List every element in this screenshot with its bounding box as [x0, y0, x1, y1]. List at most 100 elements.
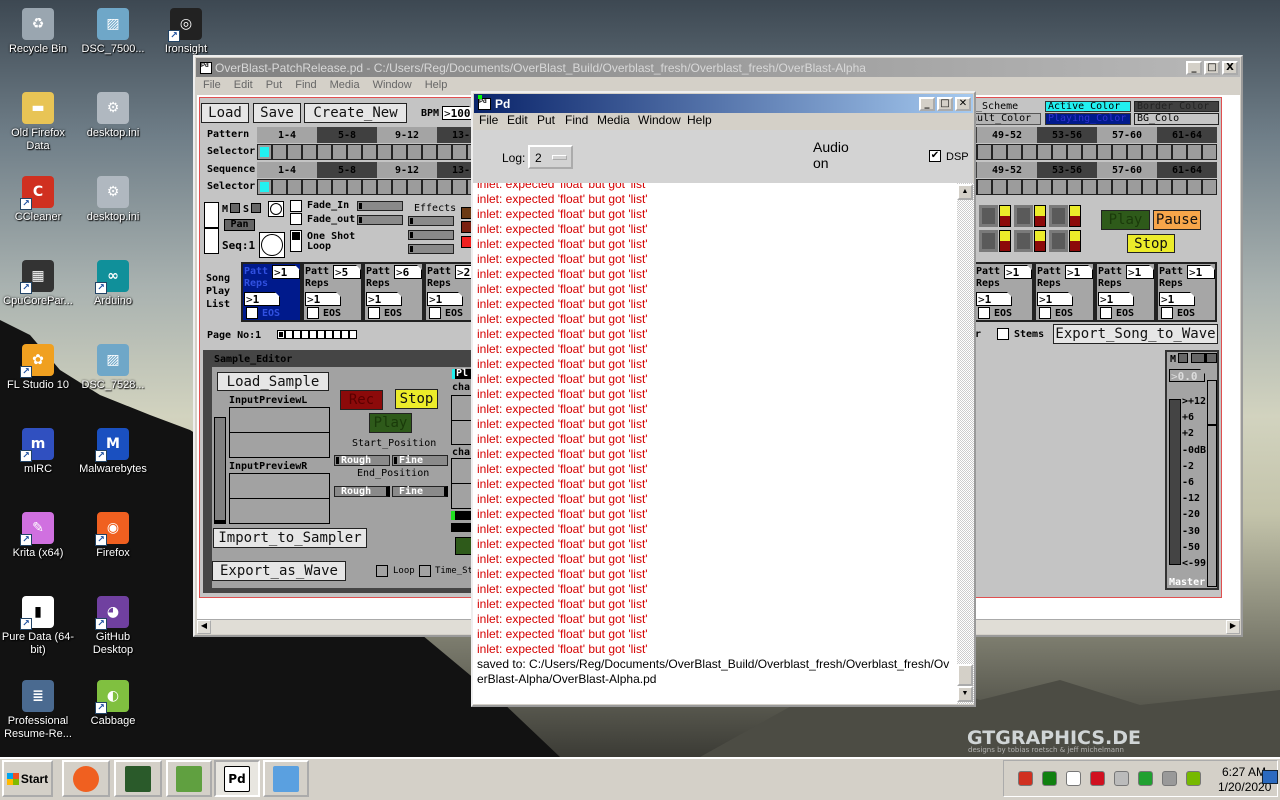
bpm-number-box[interactable]: 100: [442, 106, 474, 120]
nvidia-icon[interactable]: [1186, 771, 1201, 786]
patt-number-box[interactable]: 1: [272, 265, 300, 279]
taskbar-button-resource-monitor[interactable]: [114, 760, 162, 797]
sequence-selector-cell[interactable]: [1157, 179, 1172, 195]
desktop-icon-krita[interactable]: ✎ ↗ Krita (x64): [0, 512, 76, 560]
log-level-dropdown[interactable]: 2: [528, 145, 573, 169]
sequence-selector-cell[interactable]: [347, 179, 362, 195]
pattern-selector-cell[interactable]: [332, 144, 347, 160]
reps-number-box[interactable]: 1: [244, 292, 280, 306]
pattern-selector-cell[interactable]: [1082, 144, 1097, 160]
desktop-icon-ccleaner[interactable]: C ↗ CCleaner: [0, 176, 76, 224]
pattern-selector-cell[interactable]: [1037, 144, 1052, 160]
desktop-icon-image[interactable]: ▨ DSC_7500...: [75, 8, 151, 56]
pattern-selector-cell[interactable]: [317, 144, 332, 160]
master-mute-toggle[interactable]: [1178, 353, 1188, 363]
playlist-cell[interactable]: Patt1Reps1EOS: [973, 262, 1034, 322]
sequence-selector-cell[interactable]: [1067, 179, 1082, 195]
desktop-icon-fl-studio[interactable]: ✿ ↗ FL Studio 10: [0, 344, 76, 392]
effect-slider-3[interactable]: [408, 244, 454, 254]
save-button[interactable]: Save: [253, 103, 301, 123]
active-color-button[interactable]: Active_Color: [1045, 101, 1131, 112]
bg-color-button[interactable]: BG_Colo: [1134, 113, 1219, 125]
playlist-cell[interactable]: Patt1Reps1EOS: [1156, 262, 1217, 322]
pattern-selector-cell[interactable]: [1157, 144, 1172, 160]
pause-button[interactable]: Pause: [1153, 210, 1201, 230]
playlist-cell[interactable]: Patt1Reps1EOS: [1095, 262, 1156, 322]
desktop-icon-settings-file[interactable]: ⚙ desktop.ini: [75, 92, 151, 140]
desktop-icon-document[interactable]: ≣ Professional Resume-Re...: [0, 680, 76, 741]
pattern-selector-cell[interactable]: [1022, 144, 1037, 160]
network-icon[interactable]: [1162, 771, 1177, 786]
play-button[interactable]: Play: [1101, 210, 1150, 230]
sequence-selector-cell[interactable]: [422, 179, 437, 195]
sequence-selector-cell[interactable]: [1142, 179, 1157, 195]
pattern-selector-cell[interactable]: [977, 144, 992, 160]
create-new-button[interactable]: Create_New: [304, 103, 407, 123]
pattern-selector-cell[interactable]: [992, 144, 1007, 160]
loop-checkbox[interactable]: [376, 565, 388, 577]
fade-in-slider[interactable]: [357, 201, 403, 211]
time-stretch-checkbox[interactable]: [419, 565, 431, 577]
desktop-icon-ironsight[interactable]: ◎ ↗ Ironsight: [148, 8, 224, 56]
stems-checkbox[interactable]: [997, 328, 1009, 340]
scroll-right-icon[interactable]: ▶: [1226, 620, 1240, 634]
desktop-icon-image[interactable]: ▨ DSC_7528...: [75, 344, 151, 392]
menu-put[interactable]: Put: [266, 79, 283, 91]
desktop-icon-cpu-chip[interactable]: ▦ ↗ CpuCorePar...: [0, 260, 76, 308]
volume-icon[interactable]: [1114, 771, 1129, 786]
page-selector-cell[interactable]: [285, 330, 293, 339]
scroll-up-icon[interactable]: ▲: [957, 184, 973, 200]
console-output[interactable]: inlet: expected 'float' but got 'list' in…: [473, 183, 957, 704]
sample-stop-button[interactable]: Stop: [395, 389, 438, 409]
page-selector-cell[interactable]: [301, 330, 309, 339]
sequence-selector-cell[interactable]: [302, 179, 317, 195]
close-button[interactable]: X: [1222, 60, 1238, 75]
eos-checkbox[interactable]: [1039, 307, 1051, 319]
maximize-button[interactable]: □: [937, 96, 953, 111]
patt-number-box[interactable]: 1: [1126, 265, 1154, 279]
playlist-cell[interactable]: Patt1Reps1EOS: [241, 262, 302, 322]
input-level-slider[interactable]: [214, 417, 226, 524]
menu-media[interactable]: Media: [597, 113, 630, 127]
sequence-selector-cell[interactable]: [1112, 179, 1127, 195]
patt-number-box[interactable]: 1: [1065, 265, 1093, 279]
sequence-selector-cell[interactable]: [437, 179, 452, 195]
reps-number-box[interactable]: 1: [1159, 292, 1195, 306]
clock-time[interactable]: 6:27 AM: [1222, 765, 1266, 779]
patt-number-box[interactable]: 6: [394, 265, 422, 279]
solo-toggle[interactable]: [251, 203, 261, 213]
sequence-selector-cell[interactable]: [1187, 179, 1202, 195]
minimize-button[interactable]: _: [1186, 60, 1202, 75]
desktop-icon-arduino[interactable]: ∞ ↗ Arduino: [75, 260, 151, 308]
pattern-selector-cell[interactable]: [257, 144, 272, 160]
fade-out-checkbox[interactable]: [290, 213, 302, 225]
sample-play-button[interactable]: Play: [369, 413, 412, 433]
sampler-play-toggle[interactable]: Pl: [452, 369, 472, 379]
menu-edit[interactable]: Edit: [234, 79, 253, 91]
pattern-selector-cell[interactable]: [422, 144, 437, 160]
start-rough-slider[interactable]: Rough: [334, 455, 390, 466]
page-selector-cell[interactable]: [341, 330, 349, 339]
end-rough-slider[interactable]: Rough: [334, 486, 390, 497]
desktop-icon-folder[interactable]: ▬ Old Firefox Data: [0, 92, 76, 153]
master-pan-slider[interactable]: [1191, 353, 1217, 363]
pattern-selector-cell[interactable]: [377, 144, 392, 160]
taskbar-button-paint[interactable]: [263, 760, 309, 797]
desktop-icon-cabbage[interactable]: ◐ ↗ Cabbage: [75, 680, 151, 728]
sequence-selector-cell[interactable]: [1022, 179, 1037, 195]
sequence-selector-cell[interactable]: [317, 179, 332, 195]
desktop-icon-malwarebytes[interactable]: M ↗ Malwarebytes: [75, 428, 151, 476]
menu-file[interactable]: File: [203, 79, 221, 91]
eos-checkbox[interactable]: [978, 307, 990, 319]
volume-slider[interactable]: [204, 202, 219, 254]
track-meter-pad[interactable]: [1049, 230, 1068, 252]
page-selector-cell[interactable]: [293, 330, 301, 339]
menu-media[interactable]: Media: [330, 79, 360, 91]
mute-toggle[interactable]: [230, 203, 240, 213]
scroll-left-icon[interactable]: ◀: [197, 620, 211, 634]
patt-number-box[interactable]: 1: [1004, 265, 1032, 279]
desktop-icon-firefox[interactable]: ◉ ↗ Firefox: [75, 512, 151, 560]
pattern-selector-cell[interactable]: [287, 144, 302, 160]
reps-number-box[interactable]: 1: [427, 292, 463, 306]
track-meter-pad[interactable]: [1014, 205, 1033, 227]
